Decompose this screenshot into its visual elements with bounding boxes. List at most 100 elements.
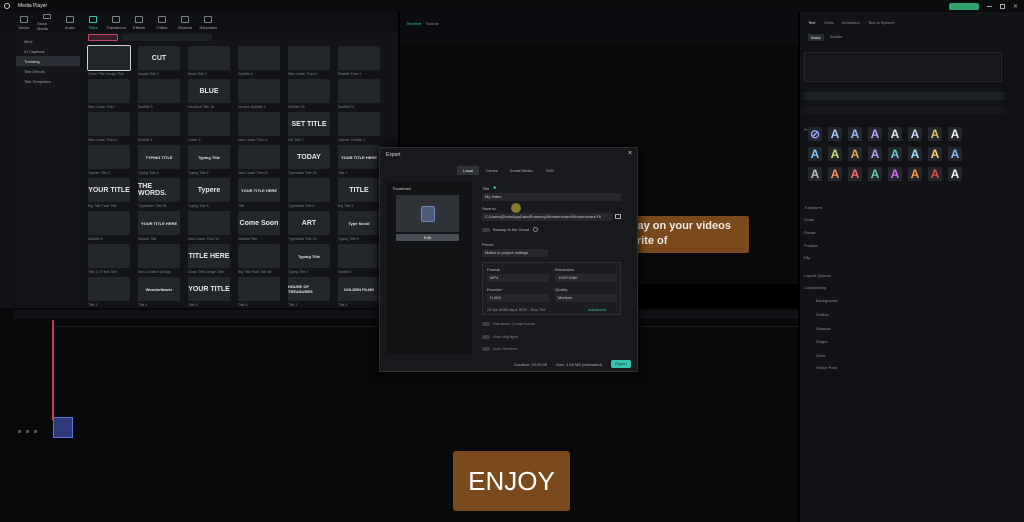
section-compositing[interactable]: Compositing (804, 285, 826, 290)
tool-audio[interactable]: Audio (60, 14, 80, 31)
text-preset-swatch[interactable]: A (848, 147, 862, 161)
tool-stock-media[interactable]: Stock Media (37, 14, 57, 31)
title-thumbnail[interactable]: Typing Title Typing Title 7 (288, 244, 330, 276)
section-transform[interactable]: Transform (804, 205, 822, 210)
text-preset-swatch[interactable]: A (948, 167, 962, 181)
title-thumbnail[interactable]: New Lower Third 6 (238, 145, 280, 177)
playhead[interactable] (52, 320, 54, 420)
sidebar-item-trending[interactable]: Trending (16, 56, 80, 66)
text-preset-swatch[interactable]: A (848, 127, 862, 141)
text-preset-swatch[interactable]: A (828, 167, 842, 181)
backup-toggle[interactable] (482, 228, 490, 232)
text-preset-swatch[interactable]: ⊘ (808, 127, 822, 141)
title-thumbnail[interactable]: New Lower Third 1 (288, 46, 330, 78)
minimize-icon[interactable] (986, 5, 992, 7)
section-stroke-path[interactable]: Stroke Path (816, 365, 837, 370)
tool-titles[interactable]: Titles (83, 14, 103, 31)
title-thumbnail[interactable]: New Lower Third 3 (238, 112, 280, 144)
title-thumbnail[interactable]: Subtitle 3 (138, 79, 180, 111)
text-input-area[interactable] (804, 52, 1002, 82)
text-preset-swatch[interactable]: A (948, 127, 962, 141)
text-preset-swatch[interactable]: A (908, 147, 922, 161)
title-thumbnail[interactable]: Clean Title Design Title (87, 45, 131, 78)
title-thumbnail[interactable]: New Creative Design (138, 244, 180, 276)
title-thumbnail[interactable]: Wonderflower Title 4 (138, 277, 180, 309)
title-thumbnail[interactable]: Title 3 (88, 277, 130, 309)
tool-effects[interactable]: Effects (129, 14, 149, 31)
title-thumbnail[interactable]: TYPING TITLE Typing Title 4 (138, 145, 180, 177)
edit-thumbnail-button[interactable]: Edit (396, 234, 459, 241)
text-preset-swatch[interactable]: A (828, 147, 842, 161)
tab-dvd[interactable]: DVD (539, 166, 561, 175)
title-thumbnail[interactable]: YOUR TITLE HERE Default Title (138, 211, 180, 243)
title-thumbnail[interactable]: Subtitle 02 (338, 79, 380, 111)
format-select[interactable]: MP4 (487, 274, 549, 282)
title-thumbnail[interactable]: Subtitle 18 (288, 79, 330, 111)
title-thumbnail[interactable]: Opener Subtitle 1 (338, 112, 380, 144)
thumbnail-image[interactable] (396, 195, 459, 232)
title-thumbnail[interactable]: Subtitle Pack 1 (338, 46, 380, 78)
export-button[interactable]: Export (611, 360, 631, 368)
tool-templates[interactable]: Templates (198, 14, 218, 31)
title-thumbnail[interactable]: Typewriter Title 8 (288, 178, 330, 210)
title-thumbnail[interactable]: BLUE Headline Title 18 (188, 79, 230, 111)
title-thumbnail[interactable]: ART Typewriter Title 15 (288, 211, 330, 243)
title-input[interactable]: My Video (482, 193, 621, 201)
title-thumbnail[interactable]: TITLE Big Title 9 (338, 178, 380, 210)
title-thumbnail[interactable]: Typere Typing Title 8 (188, 178, 230, 210)
text-preset-swatch[interactable]: A (868, 167, 882, 181)
title-thumbnail[interactable]: Type Scroll Typing Title 9 (338, 211, 380, 243)
tab-text-to-speech[interactable]: Text to Speech (868, 20, 894, 25)
folder-icon[interactable] (615, 214, 621, 219)
tool-filters[interactable]: Filters (152, 14, 172, 31)
title-thumbnail[interactable]: New Lower Third 12 (188, 211, 230, 243)
title-thumbnail[interactable]: Subtitle 6 (88, 211, 130, 243)
track-eye-icon[interactable] (26, 430, 29, 433)
title-thumbnail[interactable]: Modern Subtitle 1 (238, 79, 280, 111)
section-outline[interactable]: Outline (816, 312, 829, 317)
subtab-bubble[interactable]: Bubble (830, 34, 842, 39)
title-thumbnail[interactable]: THE WORDS. Typewriter Title 36 (138, 178, 180, 210)
title-thumbnail[interactable]: Basic Title 2 (188, 46, 230, 78)
title-thumbnail[interactable]: Title 6 (238, 277, 280, 309)
font-select[interactable] (804, 92, 1004, 100)
ai-icon[interactable]: ♣ (493, 185, 496, 191)
timeline-clip[interactable] (53, 417, 73, 438)
tool-transitions[interactable]: Transitions (106, 14, 126, 31)
tab-video[interactable]: Video (824, 20, 834, 25)
sidebar-item-title-templates[interactable]: Title Templates (16, 76, 80, 86)
text-preset-swatch[interactable]: A (888, 167, 902, 181)
close-window-icon[interactable]: ✕ (1013, 3, 1018, 10)
text-preset-swatch[interactable]: A (828, 127, 842, 141)
track-lock-icon[interactable] (18, 430, 21, 433)
tool-media[interactable]: Media (14, 14, 34, 31)
section-shape[interactable]: Shape (816, 339, 828, 344)
encoder-select[interactable]: H.264 (487, 294, 549, 302)
quality-select[interactable]: Medium (555, 294, 617, 302)
text-preset-swatch[interactable]: A (928, 167, 942, 181)
title-thumbnail[interactable]: YOUR TITLE Title 5 (188, 277, 230, 309)
title-thumbnail[interactable]: Opener Title 1 (88, 145, 130, 177)
close-icon[interactable]: × (628, 150, 632, 157)
text-preset-swatch[interactable]: A (808, 147, 822, 161)
title-thumbnail[interactable]: Lower 3 (188, 112, 230, 144)
save-path-input[interactable]: C:/Users/jDmlo/AppData/Roaming/Wondersha… (482, 213, 612, 221)
title-thumbnail[interactable]: YOUR TITLE Big Title Pack Title (88, 178, 130, 210)
text-preset-swatch[interactable]: A (908, 167, 922, 181)
title-thumbnail[interactable]: Subtitle 4 (238, 46, 280, 78)
tab-animation[interactable]: Animation (842, 20, 860, 25)
sidebar-item-mine[interactable]: Mine (16, 36, 80, 46)
text-preset-swatch[interactable]: A (908, 127, 922, 141)
highlight-toggle[interactable] (482, 335, 490, 339)
section-background[interactable]: Background (816, 298, 837, 303)
tool-stickers[interactable]: Stickers (175, 14, 195, 31)
preset-select[interactable]: Match to project settings (482, 249, 548, 257)
sidebar-item-ai-captions[interactable]: AI Captions (16, 46, 80, 56)
maximize-icon[interactable] (999, 3, 1005, 9)
tab-source[interactable]: Source (426, 21, 439, 26)
advanced-link[interactable]: Advanced (588, 307, 606, 312)
section-glow[interactable]: Glow (816, 353, 825, 358)
tab-text[interactable]: Text (808, 20, 815, 25)
title-thumbnail[interactable]: Come Soon Subtitle Title (238, 211, 280, 243)
title-thumbnail[interactable]: New Lower Third 4 (88, 112, 130, 144)
